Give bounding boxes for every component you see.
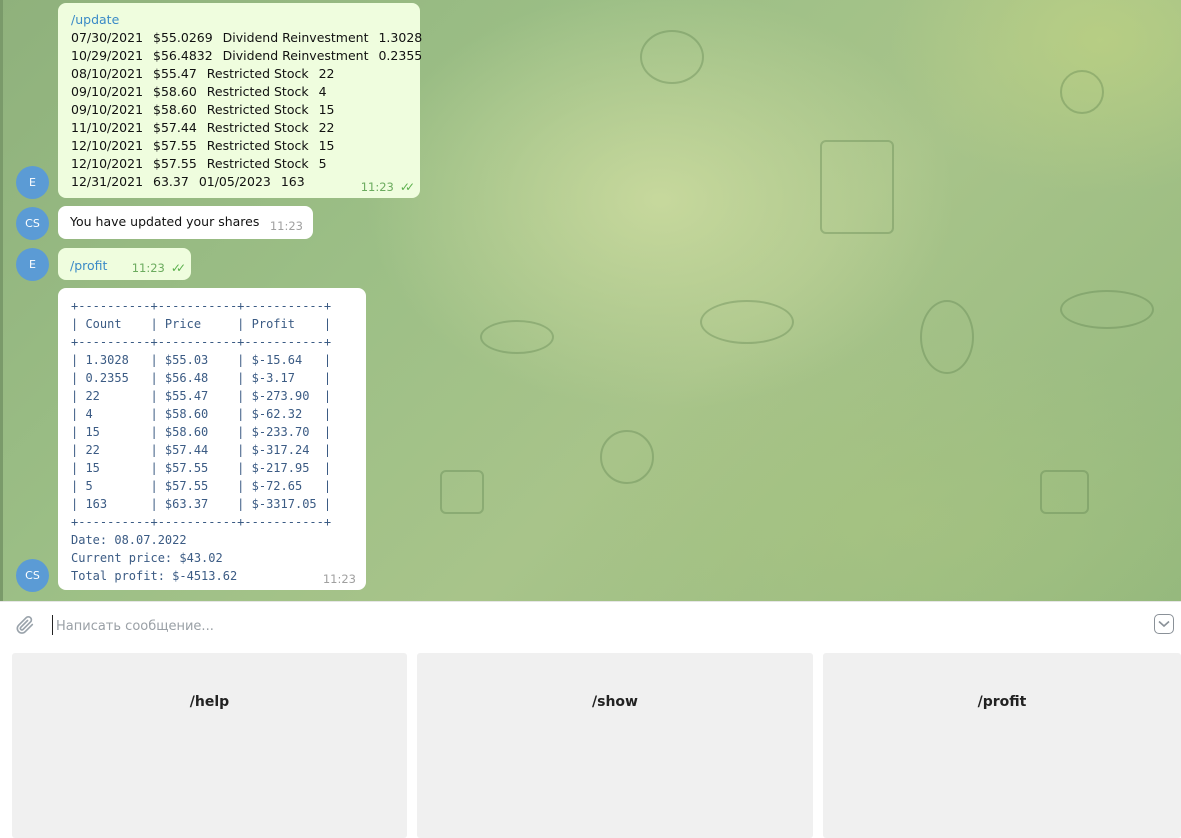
profit-table: +----------+-----------+-----------+ | C… [71,299,332,529]
message-meta: 11:23 ✓✓ [360,180,415,194]
update-row: 08/10/2021 $55.47 Restricted Stock 22 [71,66,335,81]
command-link-update[interactable]: /update [71,11,408,29]
wallpaper-doodle [640,30,704,84]
message-time: 11:23 [322,572,356,586]
keyboard-button-help[interactable]: /help [12,653,407,838]
update-row: 09/10/2021 $58.60 Restricted Stock 15 [71,102,335,117]
wallpaper-doodle [700,300,794,344]
wallpaper-doodle [480,320,554,354]
message-meta: 11:23 [270,219,303,233]
avatar[interactable]: CS [16,207,49,240]
wallpaper-doodle [440,470,484,514]
message-bubble-profit-table[interactable]: +----------+-----------+-----------+ | C… [58,288,366,590]
paperclip-icon[interactable] [14,614,36,636]
chat-left-border [0,0,3,601]
avatar[interactable]: CS [16,559,49,592]
message-meta: 11:23 [323,572,356,586]
command-link-profit[interactable]: /profit [70,258,107,273]
text-caret [52,615,53,635]
double-check-icon: ✓✓ [170,261,186,275]
update-row: 09/10/2021 $58.60 Restricted Stock 4 [71,84,327,99]
profit-date: Date: 08.07.2022 [71,533,187,547]
message-time: 11:23 [360,180,394,194]
keyboard-button-show[interactable]: /show [417,653,813,838]
current-price: Current price: $43.02 [71,551,223,565]
update-row: 07/30/2021 $55.0269 Dividend Reinvestmen… [71,30,423,45]
wallpaper-doodle [1060,290,1154,329]
avatar[interactable]: E [16,166,49,199]
total-profit: Total profit: $-4513.62 [71,569,238,583]
avatar[interactable]: E [16,248,49,281]
bot-keyboard: /help /show /profit [0,647,1181,838]
double-check-icon: ✓✓ [399,180,415,194]
wallpaper-doodle [600,430,654,484]
keyboard-button-profit[interactable]: /profit [823,653,1181,838]
message-time: 11:23 [131,261,165,275]
message-bubble-updated-reply[interactable]: You have updated your shares 11:23 [58,206,313,239]
update-row: 12/10/2021 $57.55 Restricted Stock 15 [71,138,335,153]
wallpaper-doodle [820,140,894,234]
update-row: 10/29/2021 $56.4832 Dividend Reinvestmen… [71,48,423,63]
message-time: 11:23 [269,219,303,233]
message-input[interactable] [54,610,1138,642]
message-composer [0,601,1181,648]
wallpaper-doodle [1060,70,1104,114]
update-row: 12/10/2021 $57.55 Restricted Stock 5 [71,156,327,171]
update-row: 11/10/2021 $57.44 Restricted Stock 22 [71,120,335,135]
message-meta: 11:23 ✓✓ [131,261,186,275]
update-row: 12/31/2021 63.37 01/05/2023 163 [71,174,305,189]
wallpaper-doodle [1040,470,1089,514]
chat-area: E /update 07/30/2021 $55.0269 Dividend R… [0,0,1181,601]
message-bubble-update[interactable]: /update 07/30/2021 $55.0269 Dividend Rei… [58,3,423,198]
keyboard-toggle-icon[interactable] [1154,614,1174,634]
message-bubble-profit-command[interactable]: /profit 11:23 ✓✓ [58,248,191,280]
wallpaper-doodle [920,300,974,374]
message-text: You have updated your shares [70,214,260,229]
